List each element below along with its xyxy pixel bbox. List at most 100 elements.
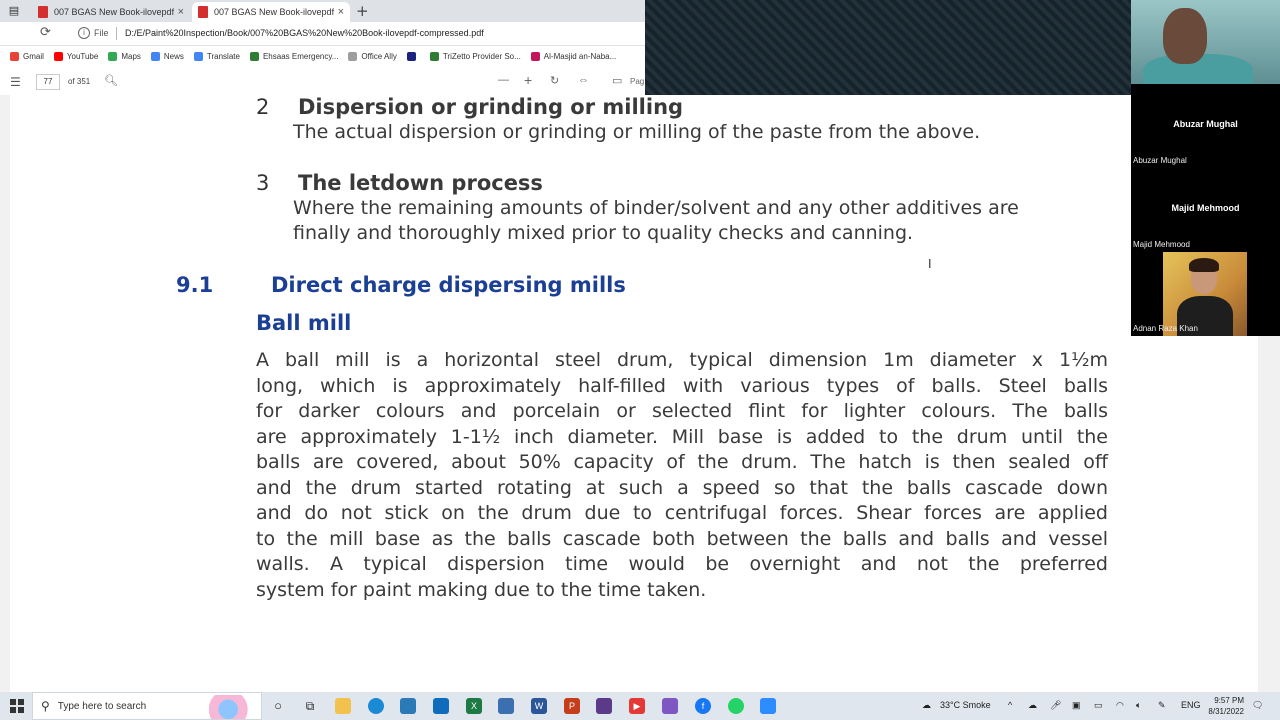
windows-start-icon[interactable] [10, 699, 24, 713]
tab-pdf-1[interactable]: 007 BGAS New Book-ilovepdf-co × [32, 2, 190, 22]
participant-video[interactable] [1131, 0, 1280, 84]
page-number-input[interactable]: 77 [36, 74, 60, 90]
volume-icon[interactable]: 🔈︎ [1136, 700, 1141, 711]
bookmark-favicon-icon [10, 51, 19, 61]
weather-label[interactable]: 33°C Smoke [940, 700, 991, 710]
mail-icon[interactable] [433, 698, 449, 714]
rotate-icon[interactable]: ↻ [550, 74, 559, 87]
body-text-line: walls. A typical dispersion time would b… [256, 553, 1108, 575]
avatar [1189, 258, 1219, 272]
zoom-in-icon[interactable]: + [524, 72, 532, 88]
bookmark-favicon-icon [249, 51, 259, 61]
bookmark-favicon-icon [348, 51, 358, 61]
wifi-icon[interactable]: ◠ [1116, 700, 1124, 711]
weather-icon[interactable]: ☁ [922, 700, 931, 711]
bookmark-item[interactable]: Al-Masjid an-Naba... [530, 51, 617, 61]
bookmark-label: Maps [121, 51, 141, 61]
scheme-label: File [94, 28, 109, 38]
tab-title: 007 BGAS New Book-ilovepdf-co [214, 7, 334, 17]
bookmark-favicon-icon [108, 51, 118, 61]
chevron-up-icon[interactable]: ^ [1008, 700, 1012, 710]
tab-title: 007 BGAS New Book-ilovepdf-co [54, 7, 174, 17]
search-placeholder: Type here to search [57, 700, 147, 712]
word-icon[interactable]: W [531, 698, 547, 714]
bookmark-item[interactable]: Translate [193, 51, 240, 61]
participant-label: Abuzar Mughal [1133, 156, 1187, 165]
excel-icon[interactable]: X [466, 698, 482, 714]
notepad-icon[interactable] [498, 698, 514, 714]
microphone-icon[interactable]: 🎤︎ [1050, 700, 1061, 711]
text-cursor-icon: I [928, 257, 932, 271]
participant-label: Majid Mehmood [1133, 240, 1190, 249]
taskbar: ⚲ Type here to search ○ ⧉ X W P ▶ f ☁ 33… [0, 692, 1280, 720]
bookmark-item[interactable] [406, 51, 420, 61]
section-number: 3 [256, 171, 270, 195]
bookmark-item[interactable]: News [150, 51, 184, 61]
facebook-icon[interactable]: f [695, 698, 711, 714]
powerpoint-icon[interactable]: P [564, 698, 580, 714]
taskbar-search[interactable]: ⚲ Type here to search [32, 692, 262, 720]
search-icon[interactable]: 🔍︎ [104, 74, 118, 87]
body-text-line: and the drum started rotating at such a … [256, 476, 1108, 499]
bookmark-item[interactable]: Office Ally [348, 51, 397, 61]
pdf-toolbar: ☰ 77 of 351 🔍︎ — + ↻ ⇔ ▭ Pag [0, 70, 645, 94]
pen-icon[interactable]: ✎ [1158, 700, 1166, 711]
bookmark-item[interactable]: TriZetto Provider So... [429, 51, 521, 61]
close-tab-icon[interactable]: × [338, 6, 344, 18]
page-view-icon[interactable]: ▭ [612, 74, 622, 87]
fit-page-icon[interactable]: ⇔ [578, 74, 589, 86]
participants-panel: Abuzar Mughal Abuzar Mughal Majid Mehmoo… [1131, 0, 1280, 336]
cortana-icon[interactable]: ○ [270, 698, 286, 714]
avatar [1163, 8, 1207, 64]
body-text-line: balls are covered, about 50% capacity of… [256, 451, 1108, 473]
app-icon[interactable] [662, 698, 678, 714]
notifications-icon[interactable]: 🗨︎ [1252, 700, 1263, 711]
app-icon[interactable] [596, 698, 612, 714]
outline-menu-icon[interactable]: ☰ [10, 75, 21, 89]
page-view-label[interactable]: Pag [630, 77, 644, 86]
url-field[interactable]: D:/E/Paint%20Inspection/Book/007%20BGAS%… [125, 28, 484, 38]
bookmark-item[interactable]: Maps [108, 51, 141, 61]
tab-pdf-2[interactable]: 007 BGAS New Book-ilovepdf-co × [192, 2, 350, 22]
bookmark-label: News [163, 51, 184, 61]
pdf-icon [198, 6, 208, 18]
body-text-line: A ball mill is a horizontal steel drum, … [256, 349, 1108, 371]
edge-icon[interactable] [368, 698, 384, 714]
body-text-line: system for paint making due to the time … [256, 578, 707, 601]
video-share-strip [645, 0, 1131, 95]
section-text-line: Where the remaining amounts of binder/so… [293, 197, 1019, 219]
bookmark-item[interactable]: Ehsaas Emergency... [249, 51, 338, 61]
clock-time: 9:57 PM [1214, 696, 1244, 705]
camera-icon[interactable]: ▣ [1072, 700, 1081, 711]
whatsapp-icon[interactable] [728, 698, 744, 714]
search-highlight-icon [209, 695, 257, 719]
file-explorer-icon[interactable] [335, 698, 351, 714]
close-tab-icon[interactable]: × [178, 6, 184, 18]
pdf-icon [38, 6, 48, 18]
bookmark-item[interactable]: Gmail [10, 51, 44, 61]
onedrive-icon[interactable]: ☁ [1028, 700, 1037, 711]
language-indicator[interactable]: ENG [1181, 700, 1201, 710]
bookmark-favicon-icon [53, 51, 63, 61]
battery-icon[interactable]: ▭ [1094, 700, 1103, 711]
youtube-icon[interactable]: ▶ [629, 698, 645, 714]
task-view-icon[interactable]: ⧉ [302, 698, 318, 714]
new-tab-button[interactable]: + [356, 2, 369, 20]
body-text-line: to the mill base as the balls cascade bo… [256, 527, 1108, 550]
bookmark-item[interactable]: YouTube [53, 51, 98, 61]
zoom-icon[interactable] [760, 698, 776, 714]
pdf-viewport[interactable]: 2 Dispersion or grinding or milling The … [0, 95, 1280, 692]
zoom-out-icon[interactable]: — [498, 74, 509, 86]
bookmark-favicon-icon [530, 51, 540, 61]
bookmark-label: Gmail [23, 51, 44, 61]
page-total: of 351 [68, 77, 91, 86]
section-text-line: finally and thoroughly mixed prior to qu… [293, 222, 914, 244]
window-menu-icon[interactable]: ▤ [6, 3, 22, 19]
bookmark-label: TriZetto Provider So... [442, 51, 521, 61]
reload-icon[interactable]: ⟳ [40, 25, 51, 40]
store-icon[interactable] [400, 698, 416, 714]
info-icon[interactable]: i [78, 27, 90, 39]
clock-date: 8/31/2022 [1208, 707, 1244, 716]
bookmark-label: Al-Masjid an-Naba... [543, 51, 617, 61]
clock[interactable]: 9:57 PM 8/31/2022 [1200, 695, 1244, 717]
